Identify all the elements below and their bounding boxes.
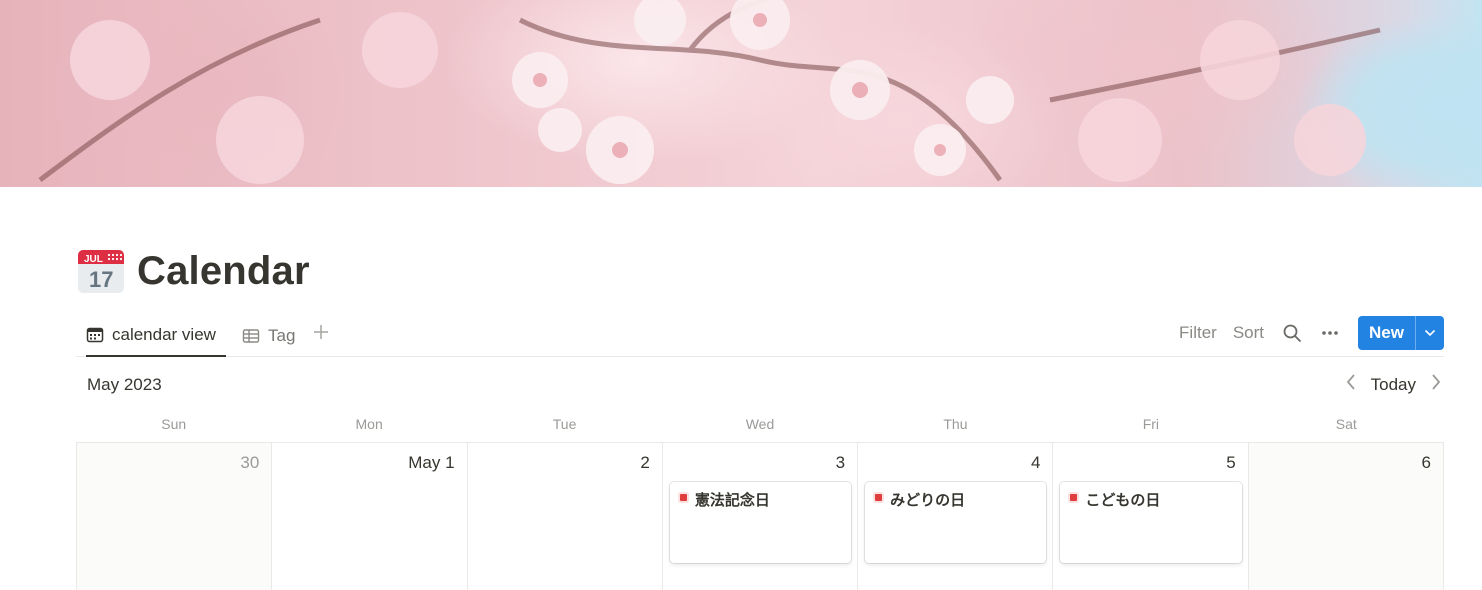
add-view-button[interactable] — [312, 320, 330, 348]
search-icon[interactable] — [1282, 323, 1302, 343]
event-title: こどもの日 — [1085, 491, 1161, 509]
weekday-header: Sun Mon Tue Wed Thu Fri Sat — [76, 412, 1444, 442]
new-dropdown-button[interactable] — [1416, 316, 1444, 350]
calendar-page-icon[interactable]: JUL 17 — [77, 248, 125, 294]
filter-button[interactable]: Filter — [1179, 323, 1217, 343]
day-number: 6 — [1421, 453, 1431, 472]
weekday-label: Wed — [745, 416, 775, 432]
day-number: 3 — [835, 453, 846, 472]
chevron-down-icon — [1424, 329, 1436, 337]
sort-button[interactable]: Sort — [1233, 323, 1264, 343]
today-button[interactable]: Today — [1371, 375, 1416, 395]
svg-text:17: 17 — [89, 267, 113, 292]
new-button[interactable]: New — [1358, 316, 1415, 350]
event-card[interactable]: みどりの日 — [865, 482, 1047, 563]
event-card[interactable]: 憲法記念日 — [669, 482, 852, 563]
chevron-right-icon — [1432, 374, 1441, 390]
tab-label: calendar view — [112, 325, 216, 344]
event-card[interactable]: こどもの日 — [1060, 482, 1242, 563]
svg-text:JUL: JUL — [84, 254, 103, 265]
weekday-label: Thu — [943, 416, 968, 432]
day-cell[interactable]: 2 — [467, 443, 663, 590]
more-options-icon[interactable] — [1320, 323, 1340, 343]
next-month-button[interactable] — [1430, 373, 1442, 396]
cherry-blossom-illustration — [38, 0, 1381, 184]
day-cell[interactable]: 3 憲法記念日 — [662, 443, 859, 590]
tab-tag[interactable]: Tag — [242, 315, 295, 356]
day-cell[interactable]: 5 こどもの日 — [1053, 443, 1249, 590]
view-tabs-bar: calendar view Tag Filter Sort New — [76, 315, 1444, 357]
event-tag-icon — [875, 494, 883, 501]
event-tag-icon — [679, 494, 687, 501]
cover-image — [0, 0, 1482, 187]
weekday-label: Sat — [1335, 416, 1357, 432]
event-title: みどりの日 — [890, 491, 966, 509]
weekday-label: Sun — [161, 416, 187, 432]
tab-label: Tag — [268, 325, 296, 345]
day-cell[interactable]: 30 — [77, 443, 273, 590]
day-number: 5 — [1226, 453, 1236, 472]
month-navigation: Today — [1345, 373, 1442, 396]
day-cell[interactable]: 6 — [1248, 443, 1444, 590]
weekday-label: Tue — [552, 416, 577, 432]
event-tag-icon — [1070, 494, 1078, 501]
day-cell[interactable]: 4 みどりの日 — [858, 443, 1054, 590]
day-number: May 1 — [408, 453, 455, 472]
tab-calendar-view[interactable]: calendar view — [86, 315, 226, 357]
event-title: 憲法記念日 — [694, 491, 770, 509]
day-cell[interactable]: May 1 — [272, 443, 468, 590]
chevron-left-icon — [1346, 374, 1355, 390]
new-button-group: New — [1358, 316, 1444, 350]
calendar-grid: 30 May 1 2 3 憲法記念日 4 みどりの日 5 こどもの日 6 — [76, 442, 1444, 590]
day-number: 4 — [1030, 453, 1041, 472]
previous-month-button[interactable] — [1345, 373, 1357, 396]
plus-icon — [314, 325, 328, 339]
view-actions: Filter Sort New — [1163, 316, 1444, 350]
day-number: 2 — [640, 453, 650, 472]
calendar-icon — [86, 326, 104, 344]
table-icon — [242, 327, 260, 345]
day-number: 30 — [240, 453, 260, 472]
month-label: May 2023 — [87, 375, 162, 394]
page-title: Calendar — [137, 248, 310, 293]
weekday-label: Mon — [355, 416, 383, 432]
weekday-label: Fri — [1142, 416, 1160, 432]
page-header: JUL 17 Calendar — [77, 245, 310, 297]
